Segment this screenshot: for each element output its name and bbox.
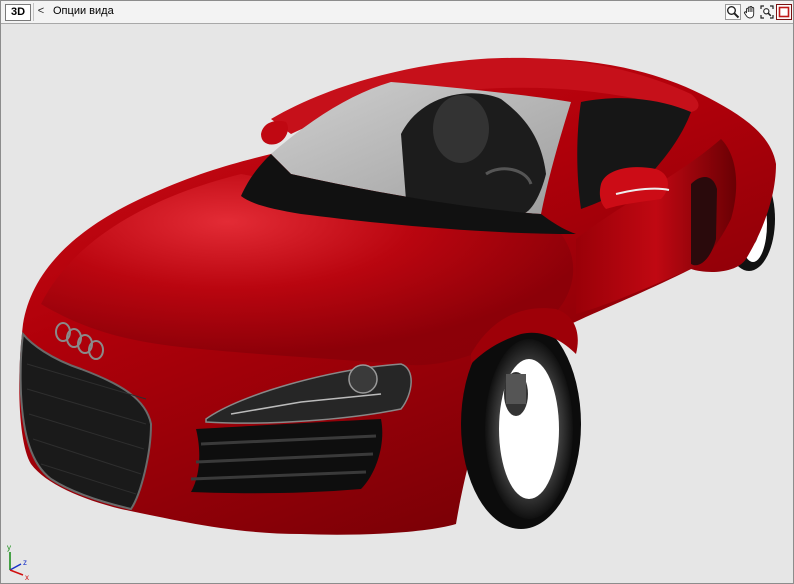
car-model: y z x: [7, 57, 777, 582]
headlight-lens: [348, 364, 378, 394]
z-axis-line: [9, 563, 22, 571]
viewport-toolbar: 3D < Опции вида: [1, 1, 793, 24]
3d-viewport[interactable]: y z x: [1, 24, 793, 583]
zoom-extents-icon[interactable]: [759, 4, 775, 20]
pan-hand-icon[interactable]: [742, 4, 758, 20]
back-button[interactable]: <: [35, 4, 47, 19]
x-axis-label: x: [25, 573, 29, 582]
axis-gizmo: y z x: [7, 543, 29, 582]
left-mirror: [261, 120, 288, 145]
seat: [433, 95, 489, 163]
view-options-menu[interactable]: Опции вида: [53, 4, 114, 19]
zoom-icon[interactable]: [725, 4, 741, 20]
x-axis-line: [9, 569, 24, 576]
z-axis-label: z: [23, 558, 27, 567]
viewport-window: 3D < Опции вида y z x: [0, 0, 794, 584]
toolbar-divider: [33, 3, 34, 21]
maximize-viewport-icon[interactable]: [776, 4, 792, 20]
y-axis-label: y: [7, 543, 11, 552]
mode-3d-button[interactable]: 3D: [5, 4, 31, 21]
